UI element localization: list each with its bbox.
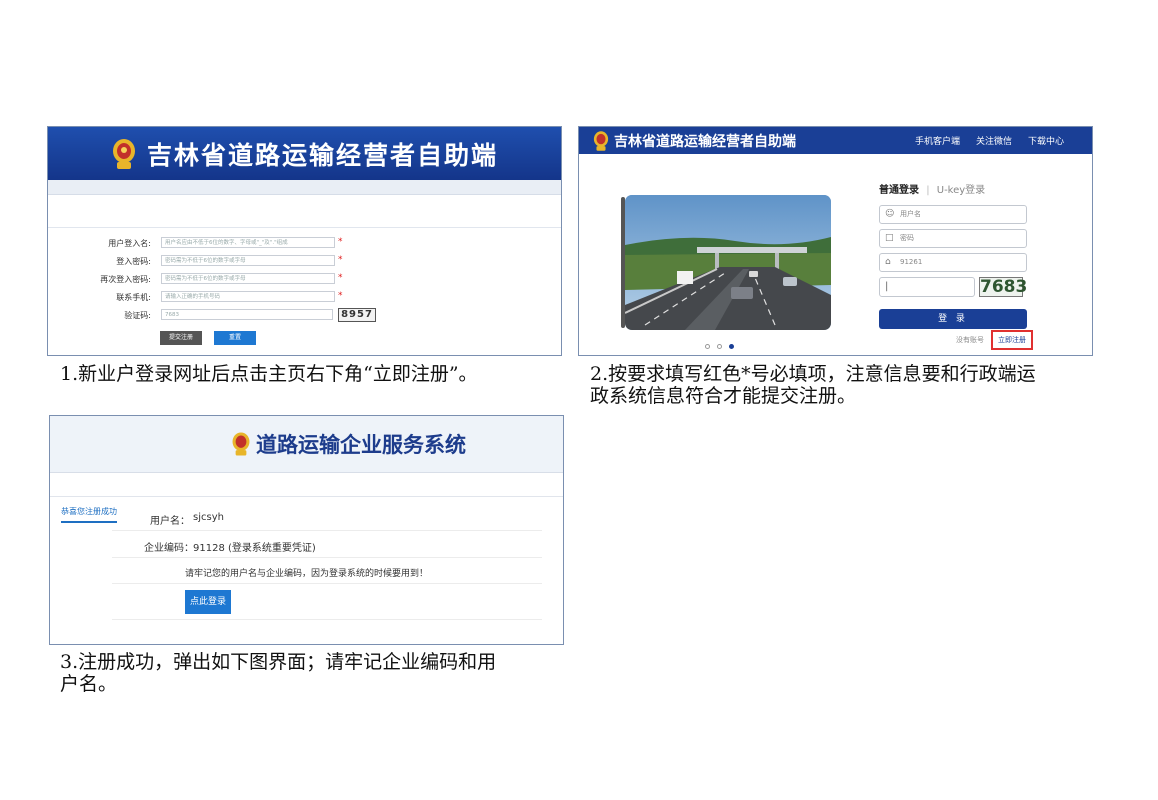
police-emblem-icon xyxy=(111,137,137,171)
username-label: 用户名： xyxy=(150,516,190,527)
banner-band xyxy=(48,180,561,195)
username-value: sjcsyh xyxy=(193,512,224,523)
form-row-captcha: 验证码: 7683 8957 xyxy=(48,308,561,323)
carousel-dot[interactable] xyxy=(705,344,710,349)
login-tabs: 普通登录 | U-key登录 xyxy=(879,181,985,196)
company-code-value: 91128 (登录系统重要凭证) xyxy=(193,543,316,554)
captcha-label: 验证码: xyxy=(124,311,151,320)
reset-button[interactable]: 重置 xyxy=(214,331,256,345)
remember-notice: 请牢记您的用户名与企业编码，因为登录系统的时候要用到！ xyxy=(185,569,429,579)
police-emblem-icon xyxy=(592,130,610,152)
username-field[interactable]: ☺ 用户名 xyxy=(879,205,1027,224)
login-page-screenshot: 吉林省道路运输经营者自助端 手机客户端 关注微信 下载中心 普通登录 | U-k… xyxy=(578,126,1093,356)
username-placeholder: 用户名 xyxy=(900,210,921,218)
success-side-tab[interactable]: 恭喜您注册成功 xyxy=(61,506,117,523)
click-to-login-button[interactable]: 点此登录 xyxy=(185,590,231,614)
company-code-field[interactable]: ⌂ 91261 xyxy=(879,253,1027,272)
highway-photo xyxy=(625,195,831,330)
password-placeholder: 密码 xyxy=(900,234,914,242)
form-row-username: 用户登入名: 用户名应由不低于6位的数字、字母或"_"及"."组成 * xyxy=(48,237,561,251)
username-input[interactable]: 用户名应由不低于6位的数字、字母或"_"及"."组成 xyxy=(161,237,335,248)
success-banner-title: 道路运输企业服务系统 xyxy=(256,433,466,457)
success-banner: 道路运输企业服务系统 xyxy=(50,416,563,473)
required-mark: * xyxy=(338,291,343,301)
form-row-phone: 联系手机: 请输入正确的手机号码 * xyxy=(48,291,561,305)
registration-banner: 吉林省道路运输经营者自助端 xyxy=(48,127,561,180)
caption-1: 1.新业户登录网址后点击主页右下角“立即注册”。 xyxy=(60,363,478,385)
login-nav-title: 吉林省道路运输经营者自助端 xyxy=(614,133,796,150)
tab-separator: | xyxy=(926,185,930,196)
row-separator xyxy=(112,583,542,584)
tab-normal-login[interactable]: 普通登录 xyxy=(879,185,919,196)
password-label: 登入密码: xyxy=(116,257,151,266)
tab-ukey-login[interactable]: U-key登录 xyxy=(937,185,985,196)
user-icon: ☺ xyxy=(885,209,895,219)
form-row-password-confirm: 再次登入密码: 密码需为不低于6位的数字或字母 * xyxy=(48,273,561,287)
form-row-password: 登入密码: 密码需为不低于6位的数字或字母 * xyxy=(48,255,561,269)
registration-banner-title: 吉林省道路运输经营者自助端 xyxy=(146,140,498,170)
company-code-label: 企业编码： xyxy=(144,543,194,554)
company-code-value: 91261 xyxy=(900,258,923,266)
password-field[interactable]: □ 密码 xyxy=(879,229,1027,248)
lock-icon: □ xyxy=(885,233,894,243)
no-account-text: 没有账号 xyxy=(956,336,984,344)
nav-mobile-client[interactable]: 手机客户端 xyxy=(915,134,960,147)
caption-3: 3.注册成功，弹出如下图界面；请牢记企业编码和用 户名。 xyxy=(60,651,496,695)
caption-2: 2.按要求填写红色*号必填项，注意信息要和行政端运 政系统信息符合才能提交注册。 xyxy=(590,363,1036,407)
carousel-dot[interactable] xyxy=(717,344,722,349)
row-separator xyxy=(112,619,542,620)
required-mark: * xyxy=(338,273,343,283)
password-confirm-input[interactable]: 密码需为不低于6位的数字或字母 xyxy=(161,273,335,284)
phone-label: 联系手机: xyxy=(116,293,151,302)
nav-follow-wechat[interactable]: 关注微信 xyxy=(976,134,1012,147)
register-now-link[interactable]: 立即注册 xyxy=(991,330,1033,350)
required-mark: * xyxy=(338,237,343,247)
caption-2-line-1: 2.按要求填写红色*号必填项，注意信息要和行政端运 xyxy=(590,363,1036,385)
caption-3-line-1: 3.注册成功，弹出如下图界面；请牢记企业编码和用 xyxy=(60,651,497,673)
captcha-image[interactable]: 8957 xyxy=(338,308,376,322)
caption-3-line-2: 户名。 xyxy=(60,673,118,695)
submit-register-button[interactable]: 提交注册 xyxy=(160,331,202,345)
row-separator xyxy=(112,530,542,531)
row-separator xyxy=(112,557,542,558)
caption-2-line-2: 政系统信息符合才能提交注册。 xyxy=(590,385,857,407)
registration-form-screenshot: 吉林省道路运输经营者自助端 用户登入名: 用户名应由不低于6位的数字、字母或"_… xyxy=(47,126,562,356)
password-confirm-label: 再次登入密码: xyxy=(100,275,151,284)
form-top-gap xyxy=(48,195,561,228)
required-mark: * xyxy=(338,255,343,265)
registration-success-screenshot: 道路运输企业服务系统 恭喜您注册成功 用户名： sjcsyh 企业编码： 911… xyxy=(49,415,564,645)
carousel-dots xyxy=(705,344,734,349)
username-label: 用户登入名: xyxy=(108,239,151,248)
carousel-dot-active[interactable] xyxy=(729,344,734,349)
divider xyxy=(50,496,563,497)
captcha-input[interactable]: | xyxy=(879,277,975,297)
login-button[interactable]: 登 录 xyxy=(879,309,1027,329)
password-input[interactable]: 密码需为不低于6位的数字或字母 xyxy=(161,255,335,266)
nav-links: 手机客户端 关注微信 下载中心 xyxy=(915,134,1092,147)
police-emblem-icon xyxy=(231,430,251,458)
captcha-input[interactable]: 7683 xyxy=(161,309,333,320)
nav-download-center[interactable]: 下载中心 xyxy=(1028,134,1064,147)
home-icon: ⌂ xyxy=(885,257,891,267)
captcha-image[interactable]: 7683 xyxy=(979,277,1027,297)
login-nav-bar: 吉林省道路运输经营者自助端 手机客户端 关注微信 下载中心 xyxy=(579,127,1092,154)
phone-input[interactable]: 请输入正确的手机号码 xyxy=(161,291,335,302)
